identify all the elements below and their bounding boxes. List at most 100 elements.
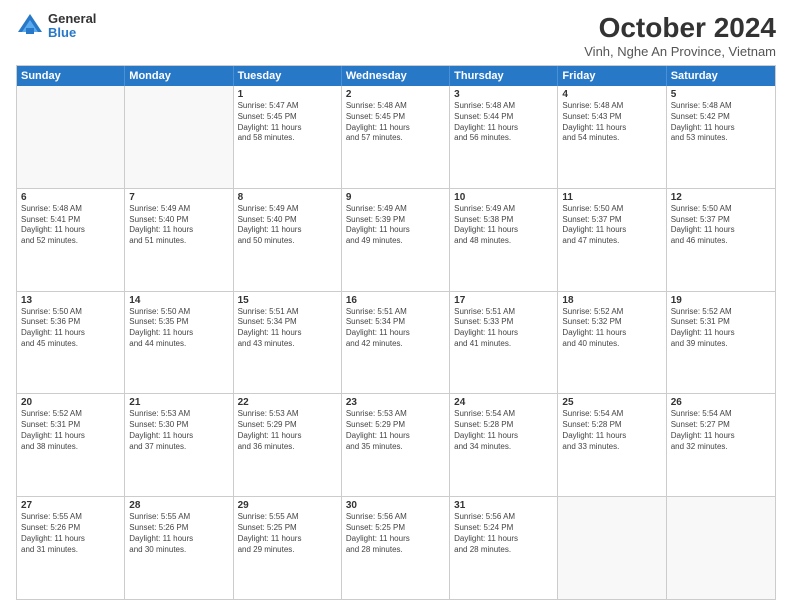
cell-info-line: Daylight: 11 hours: [346, 123, 445, 134]
header-day-sunday: Sunday: [17, 66, 125, 86]
day-number: 5: [671, 89, 771, 100]
calendar-cell: 21Sunrise: 5:53 AMSunset: 5:30 PMDayligh…: [125, 394, 233, 496]
calendar-cell: 23Sunrise: 5:53 AMSunset: 5:29 PMDayligh…: [342, 394, 450, 496]
cell-info-line: Sunset: 5:44 PM: [454, 112, 553, 123]
calendar-week-3: 20Sunrise: 5:52 AMSunset: 5:31 PMDayligh…: [17, 393, 775, 496]
cell-info-line: and 28 minutes.: [454, 545, 553, 556]
cell-info-line: Sunset: 5:27 PM: [671, 420, 771, 431]
cell-info-line: Sunrise: 5:53 AM: [129, 409, 228, 420]
cell-info-line: and 36 minutes.: [238, 442, 337, 453]
cell-info-line: and 44 minutes.: [129, 339, 228, 350]
cell-info-line: Sunrise: 5:55 AM: [238, 512, 337, 523]
calendar-cell: 19Sunrise: 5:52 AMSunset: 5:31 PMDayligh…: [667, 292, 775, 394]
calendar-cell: 28Sunrise: 5:55 AMSunset: 5:26 PMDayligh…: [125, 497, 233, 599]
cell-info-line: Sunrise: 5:51 AM: [238, 307, 337, 318]
day-number: 15: [238, 295, 337, 306]
day-number: 17: [454, 295, 553, 306]
cell-info-line: and 47 minutes.: [562, 236, 661, 247]
calendar-cell: 29Sunrise: 5:55 AMSunset: 5:25 PMDayligh…: [234, 497, 342, 599]
cell-info-line: Sunrise: 5:51 AM: [346, 307, 445, 318]
cell-info-line: and 50 minutes.: [238, 236, 337, 247]
cell-info-line: Sunrise: 5:50 AM: [562, 204, 661, 215]
cell-info-line: Daylight: 11 hours: [346, 328, 445, 339]
cell-info-line: Sunset: 5:39 PM: [346, 215, 445, 226]
cell-info-line: and 53 minutes.: [671, 133, 771, 144]
cell-info-line: and 30 minutes.: [129, 545, 228, 556]
cell-info-line: Sunset: 5:26 PM: [21, 523, 120, 534]
cell-info-line: Sunrise: 5:52 AM: [21, 409, 120, 420]
day-number: 18: [562, 295, 661, 306]
calendar-week-1: 6Sunrise: 5:48 AMSunset: 5:41 PMDaylight…: [17, 188, 775, 291]
header-day-tuesday: Tuesday: [234, 66, 342, 86]
cell-info-line: and 46 minutes.: [671, 236, 771, 247]
day-number: 2: [346, 89, 445, 100]
calendar-cell: 5Sunrise: 5:48 AMSunset: 5:42 PMDaylight…: [667, 86, 775, 188]
cell-info-line: Sunset: 5:33 PM: [454, 317, 553, 328]
cell-info-line: Sunrise: 5:47 AM: [238, 101, 337, 112]
calendar-cell: 27Sunrise: 5:55 AMSunset: 5:26 PMDayligh…: [17, 497, 125, 599]
calendar-cell: 12Sunrise: 5:50 AMSunset: 5:37 PMDayligh…: [667, 189, 775, 291]
cell-info-line: Daylight: 11 hours: [238, 225, 337, 236]
cell-info-line: Daylight: 11 hours: [346, 431, 445, 442]
main-title: October 2024: [584, 12, 776, 44]
cell-info-line: Sunrise: 5:49 AM: [454, 204, 553, 215]
cell-info-line: Daylight: 11 hours: [21, 225, 120, 236]
day-number: 24: [454, 397, 553, 408]
calendar-cell: 9Sunrise: 5:49 AMSunset: 5:39 PMDaylight…: [342, 189, 450, 291]
calendar-cell: 13Sunrise: 5:50 AMSunset: 5:36 PMDayligh…: [17, 292, 125, 394]
header-day-wednesday: Wednesday: [342, 66, 450, 86]
calendar-cell: 24Sunrise: 5:54 AMSunset: 5:28 PMDayligh…: [450, 394, 558, 496]
cell-info-line: Sunset: 5:28 PM: [454, 420, 553, 431]
header-day-monday: Monday: [125, 66, 233, 86]
cell-info-line: Daylight: 11 hours: [238, 431, 337, 442]
cell-info-line: Daylight: 11 hours: [671, 225, 771, 236]
calendar-cell: 31Sunrise: 5:56 AMSunset: 5:24 PMDayligh…: [450, 497, 558, 599]
cell-info-line: Sunrise: 5:54 AM: [562, 409, 661, 420]
cell-info-line: Daylight: 11 hours: [238, 534, 337, 545]
cell-info-line: Daylight: 11 hours: [21, 431, 120, 442]
calendar-week-4: 27Sunrise: 5:55 AMSunset: 5:26 PMDayligh…: [17, 496, 775, 599]
cell-info-line: Daylight: 11 hours: [21, 534, 120, 545]
calendar-week-0: 1Sunrise: 5:47 AMSunset: 5:45 PMDaylight…: [17, 86, 775, 188]
cell-info-line: and 34 minutes.: [454, 442, 553, 453]
cell-info-line: Sunset: 5:37 PM: [562, 215, 661, 226]
day-number: 8: [238, 192, 337, 203]
cell-info-line: Sunset: 5:34 PM: [346, 317, 445, 328]
cell-info-line: Sunset: 5:32 PM: [562, 317, 661, 328]
day-number: 30: [346, 500, 445, 511]
cell-info-line: and 51 minutes.: [129, 236, 228, 247]
cell-info-line: Sunset: 5:25 PM: [346, 523, 445, 534]
cell-info-line: Sunrise: 5:51 AM: [454, 307, 553, 318]
cell-info-line: Sunrise: 5:49 AM: [238, 204, 337, 215]
calendar-week-2: 13Sunrise: 5:50 AMSunset: 5:36 PMDayligh…: [17, 291, 775, 394]
cell-info-line: and 56 minutes.: [454, 133, 553, 144]
day-number: 4: [562, 89, 661, 100]
cell-info-line: Sunrise: 5:55 AM: [129, 512, 228, 523]
day-number: 7: [129, 192, 228, 203]
header: General Blue October 2024 Vinh, Nghe An …: [16, 12, 776, 59]
cell-info-line: Sunset: 5:40 PM: [238, 215, 337, 226]
day-number: 20: [21, 397, 120, 408]
cell-info-line: Sunrise: 5:54 AM: [671, 409, 771, 420]
calendar-cell: 16Sunrise: 5:51 AMSunset: 5:34 PMDayligh…: [342, 292, 450, 394]
header-day-saturday: Saturday: [667, 66, 775, 86]
day-number: 6: [21, 192, 120, 203]
cell-info-line: Sunset: 5:30 PM: [129, 420, 228, 431]
cell-info-line: Sunrise: 5:48 AM: [671, 101, 771, 112]
day-number: 3: [454, 89, 553, 100]
cell-info-line: Daylight: 11 hours: [129, 431, 228, 442]
cell-info-line: Daylight: 11 hours: [454, 123, 553, 134]
cell-info-line: Sunset: 5:34 PM: [238, 317, 337, 328]
day-number: 21: [129, 397, 228, 408]
cell-info-line: Daylight: 11 hours: [238, 328, 337, 339]
calendar-header-row: SundayMondayTuesdayWednesdayThursdayFrid…: [17, 66, 775, 86]
cell-info-line: Daylight: 11 hours: [671, 431, 771, 442]
cell-info-line: Sunrise: 5:48 AM: [21, 204, 120, 215]
cell-info-line: Sunset: 5:31 PM: [671, 317, 771, 328]
day-number: 31: [454, 500, 553, 511]
cell-info-line: Daylight: 11 hours: [346, 225, 445, 236]
cell-info-line: Daylight: 11 hours: [129, 534, 228, 545]
cell-info-line: and 38 minutes.: [21, 442, 120, 453]
calendar-cell: 14Sunrise: 5:50 AMSunset: 5:35 PMDayligh…: [125, 292, 233, 394]
cell-info-line: and 54 minutes.: [562, 133, 661, 144]
